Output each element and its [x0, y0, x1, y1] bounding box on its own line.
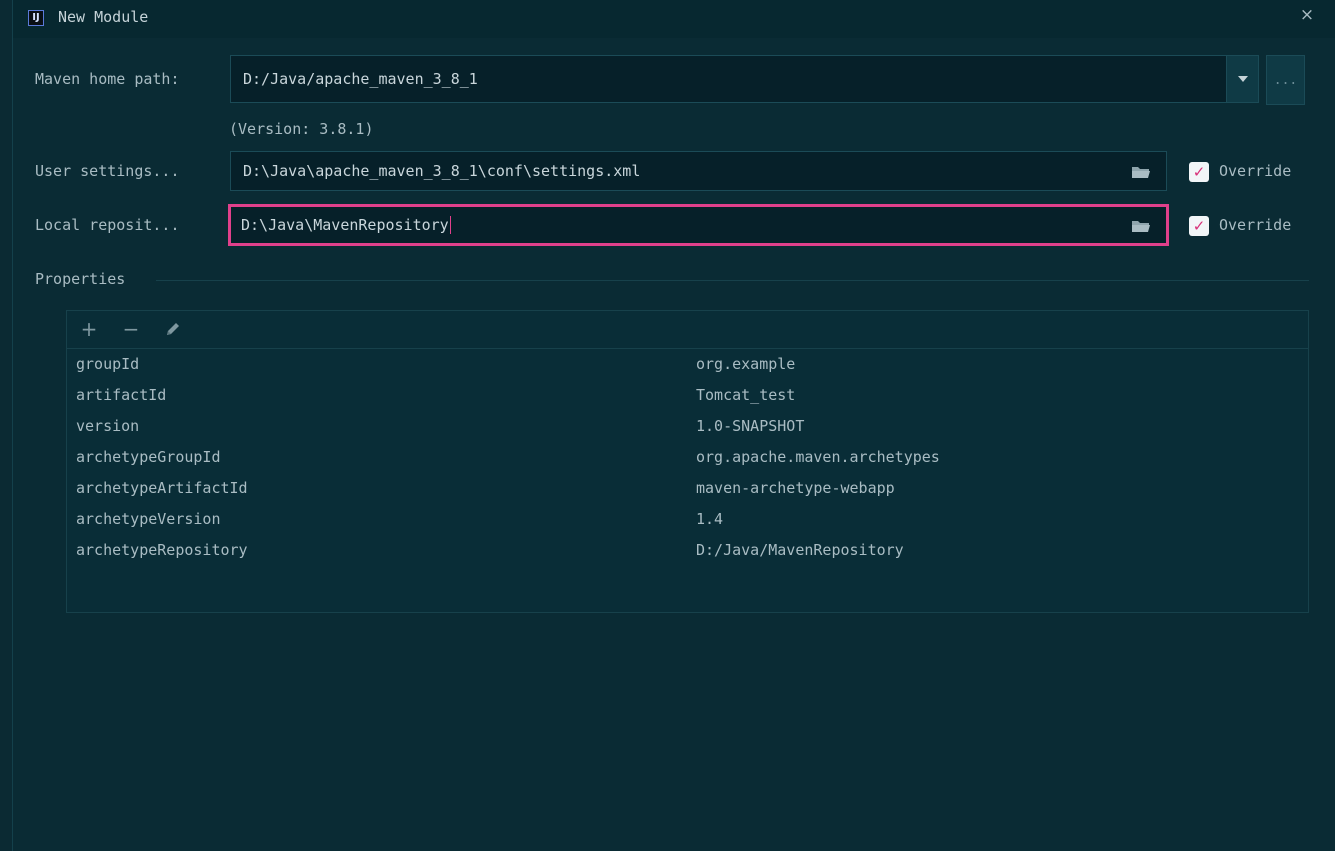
local-repository-value: D:\Java\MavenRepository: [241, 216, 449, 234]
title-bar: IJ New Module ×: [13, 0, 1335, 38]
folder-icon[interactable]: [1131, 165, 1151, 179]
properties-section-title: Properties: [35, 270, 126, 288]
property-value: Tomcat_test: [696, 386, 796, 404]
table-row[interactable]: archetypeVersion 1.4: [67, 506, 1308, 537]
maven-home-dropdown-button[interactable]: [1226, 55, 1259, 103]
local-repository-label: Local reposit...: [35, 216, 180, 234]
close-icon: ×: [1299, 5, 1315, 25]
user-settings-label: User settings...: [35, 162, 180, 180]
property-value: 1.0-SNAPSHOT: [696, 417, 805, 435]
property-value: 1.4: [696, 510, 724, 528]
table-row[interactable]: archetypeGroupId org.apache.maven.archet…: [67, 444, 1308, 475]
property-key: archetypeArtifactId: [76, 479, 248, 497]
edit-property-button[interactable]: [161, 317, 185, 341]
maven-home-value: D:/Java/apache_maven_3_8_1: [243, 70, 478, 88]
pencil-icon: [167, 323, 179, 335]
local-repository-input[interactable]: D:\Java\MavenRepository: [228, 204, 1169, 246]
user-settings-value: D:\Java\apache_maven_3_8_1\conf\settings…: [243, 162, 641, 180]
close-button[interactable]: ×: [1296, 4, 1318, 26]
property-key: version: [76, 417, 140, 435]
local-repository-override-checkbox[interactable]: ✓: [1189, 216, 1209, 236]
table-row[interactable]: artifactId Tomcat_test: [67, 382, 1308, 413]
property-key: archetypeGroupId: [76, 448, 221, 466]
property-key: archetypeVersion: [76, 510, 221, 528]
checkmark-icon: ✓: [1192, 216, 1206, 235]
property-value: org.apache.maven.archetypes: [696, 448, 940, 466]
folder-icon[interactable]: [1131, 219, 1151, 233]
maven-home-label: Maven home path:: [35, 70, 180, 88]
user-settings-override-checkbox[interactable]: ✓: [1189, 162, 1209, 182]
minus-icon: −: [122, 317, 140, 341]
property-key: artifactId: [76, 386, 167, 404]
table-row[interactable]: version 1.0-SNAPSHOT: [67, 413, 1308, 444]
remove-property-button[interactable]: −: [119, 317, 143, 341]
maven-home-input[interactable]: D:/Java/apache_maven_3_8_1: [230, 55, 1227, 103]
property-key: archetypeRepository: [76, 541, 248, 559]
maven-home-browse-button[interactable]: ...: [1266, 55, 1305, 105]
text-cursor: [449, 216, 451, 234]
app-icon-label: IJ: [32, 12, 40, 23]
table-row[interactable]: groupId org.example: [67, 351, 1308, 382]
checkmark-icon: ✓: [1192, 162, 1206, 181]
property-value: maven-archetype-webapp: [696, 479, 895, 497]
properties-toolbar: + −: [67, 311, 1308, 349]
dialog-title: New Module: [58, 8, 149, 26]
new-module-dialog: IJ New Module × Maven home path: D:/Java…: [12, 0, 1335, 851]
maven-version-text: (Version: 3.8.1): [229, 120, 374, 138]
property-value: D:/Java/MavenRepository: [696, 541, 904, 559]
plus-icon: +: [80, 317, 98, 341]
intellij-app-icon: IJ: [28, 10, 44, 26]
section-divider: [156, 280, 1309, 281]
chevron-down-icon: [1237, 76, 1248, 82]
property-value: org.example: [696, 355, 796, 373]
table-row[interactable]: archetypeRepository D:/Java/MavenReposit…: [67, 537, 1308, 568]
local-repository-override-label: Override: [1219, 216, 1292, 234]
ellipsis-icon: ...: [1273, 72, 1298, 88]
table-row[interactable]: archetypeArtifactId maven-archetype-weba…: [67, 475, 1308, 506]
properties-table: + − groupId org.example artifactId Tomca…: [66, 310, 1309, 613]
add-property-button[interactable]: +: [77, 317, 101, 341]
property-key: groupId: [76, 355, 140, 373]
user-settings-input[interactable]: D:\Java\apache_maven_3_8_1\conf\settings…: [230, 151, 1167, 191]
user-settings-override-label: Override: [1219, 162, 1292, 180]
